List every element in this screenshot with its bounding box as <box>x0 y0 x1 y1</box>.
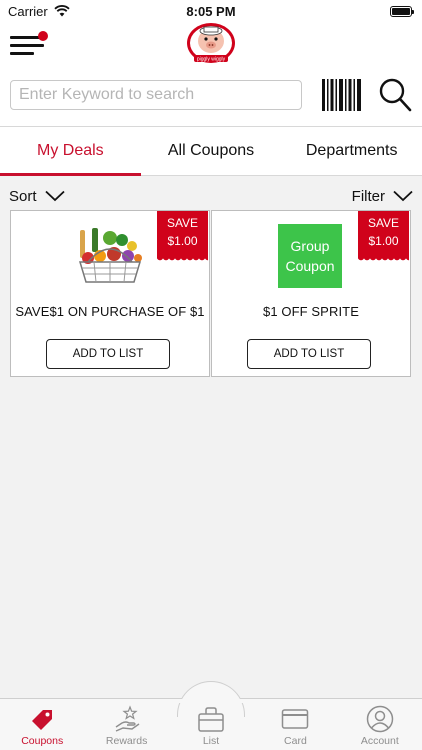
add-to-list-button[interactable]: ADD TO LIST <box>46 339 170 369</box>
card-icon <box>282 709 309 729</box>
menu-button[interactable] <box>10 31 48 58</box>
coupon-title: SAVE$1 ON PURCHASE OF $1 <box>15 304 205 319</box>
barcode-scan-icon[interactable] <box>321 78 363 112</box>
search-input[interactable] <box>10 80 302 110</box>
menu-line <box>10 36 40 39</box>
save-label: SAVE <box>367 216 400 230</box>
logo-text: piggly wiggly <box>197 57 226 63</box>
save-tag: SAVE $1.00 <box>157 211 208 262</box>
nav-list[interactable]: List <box>169 699 253 750</box>
status-left: Carrier <box>8 4 70 19</box>
piggly-wiggly-logo: piggly wiggly <box>187 23 235 63</box>
menu-line <box>10 44 44 47</box>
save-tag: SAVE $1.00 <box>358 211 409 262</box>
nav-account[interactable]: Account <box>338 699 422 750</box>
coupon-card[interactable]: SAVE $1.00 SAVE$1 ON PURCHASE OF $1 ADD … <box>10 210 210 377</box>
nav-label: List <box>202 735 220 747</box>
rewards-icon <box>115 705 140 732</box>
deals-tabs: My Deals All Coupons Departments <box>0 126 422 176</box>
add-to-list-button[interactable]: ADD TO LIST <box>247 339 371 369</box>
nav-rewards[interactable]: Rewards <box>84 699 168 750</box>
list-bag-icon <box>198 707 224 732</box>
battery-fill <box>392 7 410 15</box>
wifi-icon <box>54 5 70 17</box>
app-header: piggly wiggly <box>0 22 422 126</box>
battery-icon <box>390 5 414 17</box>
chevron-down-icon <box>44 190 65 202</box>
tab-my-deals[interactable]: My Deals <box>0 127 141 176</box>
nav-label: Account <box>360 735 399 747</box>
notification-dot <box>38 31 48 41</box>
save-amount: $1.00 <box>368 234 399 248</box>
chevron-down-icon <box>393 190 413 202</box>
nav-label: Rewards <box>105 735 148 747</box>
tab-departments[interactable]: Departments <box>281 127 422 175</box>
sort-button[interactable]: Sort <box>9 186 65 206</box>
status-bar: Carrier 8:05 PM <box>0 0 422 22</box>
filter-label: Filter <box>351 187 385 205</box>
account-icon <box>366 705 394 733</box>
nav-coupons[interactable]: Coupons <box>0 699 84 750</box>
save-label: SAVE <box>166 216 199 230</box>
nav-label: Card <box>284 735 307 747</box>
filter-button[interactable]: Filter <box>352 186 413 206</box>
tab-all-coupons[interactable]: All Coupons <box>141 127 282 175</box>
search-icon[interactable] <box>378 77 412 113</box>
status-time: 8:05 PM <box>186 3 236 19</box>
nav-card[interactable]: Card <box>253 699 337 750</box>
grocery-basket-image <box>74 224 146 288</box>
sort-label: Sort <box>9 187 37 205</box>
tag-icon <box>32 710 53 730</box>
group-coupon-image: Group Coupon <box>278 224 342 288</box>
nav-label: Coupons <box>21 735 64 747</box>
coupon-title: $1 OFF SPRITE <box>263 304 359 319</box>
save-amount: $1.00 <box>167 234 198 248</box>
coupon-card[interactable]: SAVE $1.00 Group Coupon $1 OFF SPRITE AD… <box>211 210 411 377</box>
carrier-label: Carrier <box>8 3 48 19</box>
menu-line <box>10 52 34 55</box>
bottom-nav: Coupons Rewards List Card Account <box>0 681 422 750</box>
